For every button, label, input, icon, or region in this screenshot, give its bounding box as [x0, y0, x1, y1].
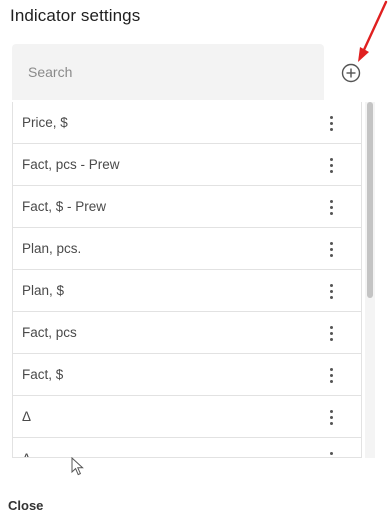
- list-item-label: Fact, pcs: [22, 325, 77, 340]
- list-item[interactable]: Plan, pcs.: [13, 228, 361, 270]
- list-item-label: Fact, $ - Prew: [22, 199, 107, 214]
- list-item[interactable]: Fact, pcs - Prew: [13, 144, 361, 186]
- indicator-list[interactable]: Price, $ Fact, pcs - Prew Fact, $ - Prew Pl…: [12, 102, 362, 458]
- list-item-label: Price, $: [22, 115, 68, 130]
- vertical-dots-icon[interactable]: [323, 324, 339, 342]
- scrollbar-thumb[interactable]: [367, 102, 373, 298]
- search-box[interactable]: [12, 44, 324, 100]
- list-item[interactable]: Fact, $ - Prew: [13, 186, 361, 228]
- list-item[interactable]: Fact, $: [13, 354, 361, 396]
- list-item-label: Δ: [22, 451, 31, 457]
- list-item[interactable]: Δ: [13, 438, 361, 457]
- list-item-label: Plan, pcs.: [22, 241, 82, 256]
- close-button[interactable]: Close: [8, 498, 43, 513]
- list-item[interactable]: Plan, $: [13, 270, 361, 312]
- search-input[interactable]: [28, 62, 308, 82]
- list-item[interactable]: Price, $: [13, 102, 361, 144]
- list-scrollbar[interactable]: [365, 102, 375, 458]
- vertical-dots-icon[interactable]: [323, 366, 339, 384]
- list-item[interactable]: Δ: [13, 396, 361, 438]
- vertical-dots-icon[interactable]: [323, 156, 339, 174]
- mouse-pointer-icon: [71, 457, 84, 476]
- red-arrow-icon: [358, 0, 388, 62]
- list-item-label: Δ: [22, 409, 32, 424]
- vertical-dots-icon[interactable]: [323, 240, 339, 258]
- vertical-dots-icon[interactable]: [323, 282, 339, 300]
- vertical-dots-icon[interactable]: [323, 114, 339, 132]
- vertical-dots-icon[interactable]: [323, 198, 339, 216]
- list-item-label: Plan, $: [22, 283, 65, 298]
- vertical-dots-icon[interactable]: [323, 450, 339, 457]
- dialog-title: Indicator settings: [10, 6, 141, 25]
- list-item-label: Fact, pcs - Prew: [22, 157, 120, 172]
- list-item[interactable]: Fact, pcs: [13, 312, 361, 354]
- list-item-label: Fact, $: [22, 367, 64, 382]
- vertical-dots-icon[interactable]: [323, 408, 339, 426]
